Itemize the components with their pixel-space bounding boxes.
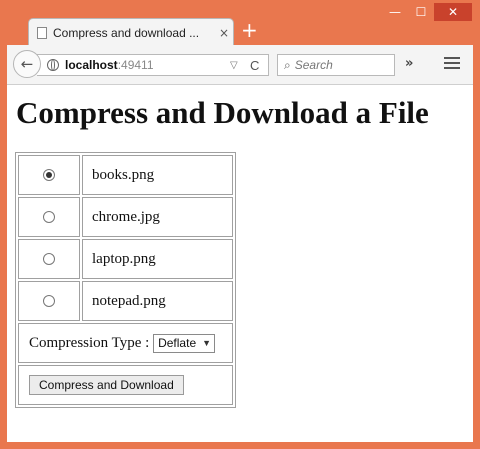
back-arrow-icon: ← — [20, 55, 34, 73]
compress-and-download-button[interactable]: Compress and Download — [29, 375, 184, 395]
file-radio-notepad[interactable] — [43, 295, 55, 308]
page-title: Compress and Download a File — [16, 95, 429, 130]
close-window-button[interactable]: ✕ — [434, 3, 472, 21]
file-name: laptop.png — [82, 239, 233, 279]
file-table: books.png chrome.jpg laptop.png notepad.… — [15, 152, 236, 408]
action-row: Compress and Download — [18, 365, 233, 405]
globe-icon — [47, 59, 59, 71]
file-name: chrome.jpg — [82, 197, 233, 237]
url-port: :49411 — [117, 58, 154, 72]
compression-value: Deflate — [158, 336, 197, 350]
compression-row: Compression Type : Deflate ▼ — [18, 323, 233, 363]
browser-tab[interactable]: Compress and download ... × — [28, 18, 234, 46]
compression-type-select[interactable]: Deflate ▼ — [153, 333, 216, 353]
table-row: chrome.jpg — [18, 197, 233, 237]
address-bar[interactable]: localhost:49411 ▽ C — [37, 54, 269, 76]
chevron-down-icon: ▼ — [202, 338, 212, 348]
overflow-menu-button[interactable]: » — [405, 56, 413, 71]
browser-window: — ☐ ✕ Compress and download ... × + loca… — [0, 0, 480, 449]
page-content: Compress and Download a File books.png c… — [7, 85, 473, 442]
file-radio-laptop[interactable] — [43, 253, 55, 266]
maximize-button[interactable]: ☐ — [408, 3, 434, 21]
tab-title: Compress and download ... — [53, 25, 200, 40]
table-row: notepad.png — [18, 281, 233, 321]
navigation-toolbar: localhost:49411 ▽ C ← ⌕ Search » — [7, 45, 473, 85]
new-tab-button[interactable]: + — [241, 20, 258, 40]
window-controls: — ☐ ✕ — [382, 3, 472, 21]
table-row: laptop.png — [18, 239, 233, 279]
search-input[interactable]: ⌕ Search — [277, 54, 395, 76]
file-name: books.png — [82, 155, 233, 195]
file-name: notepad.png — [82, 281, 233, 321]
history-dropdown-icon[interactable]: ▽ — [230, 60, 244, 71]
compression-label: Compression Type : — [29, 334, 150, 351]
minimize-button[interactable]: — — [382, 3, 408, 21]
search-placeholder: Search — [294, 58, 333, 72]
file-radio-chrome[interactable] — [43, 211, 55, 224]
search-icon: ⌕ — [284, 57, 291, 72]
hamburger-menu-icon[interactable] — [444, 57, 460, 72]
reload-icon[interactable]: C — [250, 58, 268, 73]
tab-close-icon[interactable]: × — [215, 26, 233, 40]
table-row: books.png — [18, 155, 233, 195]
url-host: localhost — [65, 58, 118, 72]
file-radio-books[interactable] — [43, 169, 55, 182]
page-icon — [37, 26, 47, 39]
back-button[interactable]: ← — [13, 50, 41, 78]
